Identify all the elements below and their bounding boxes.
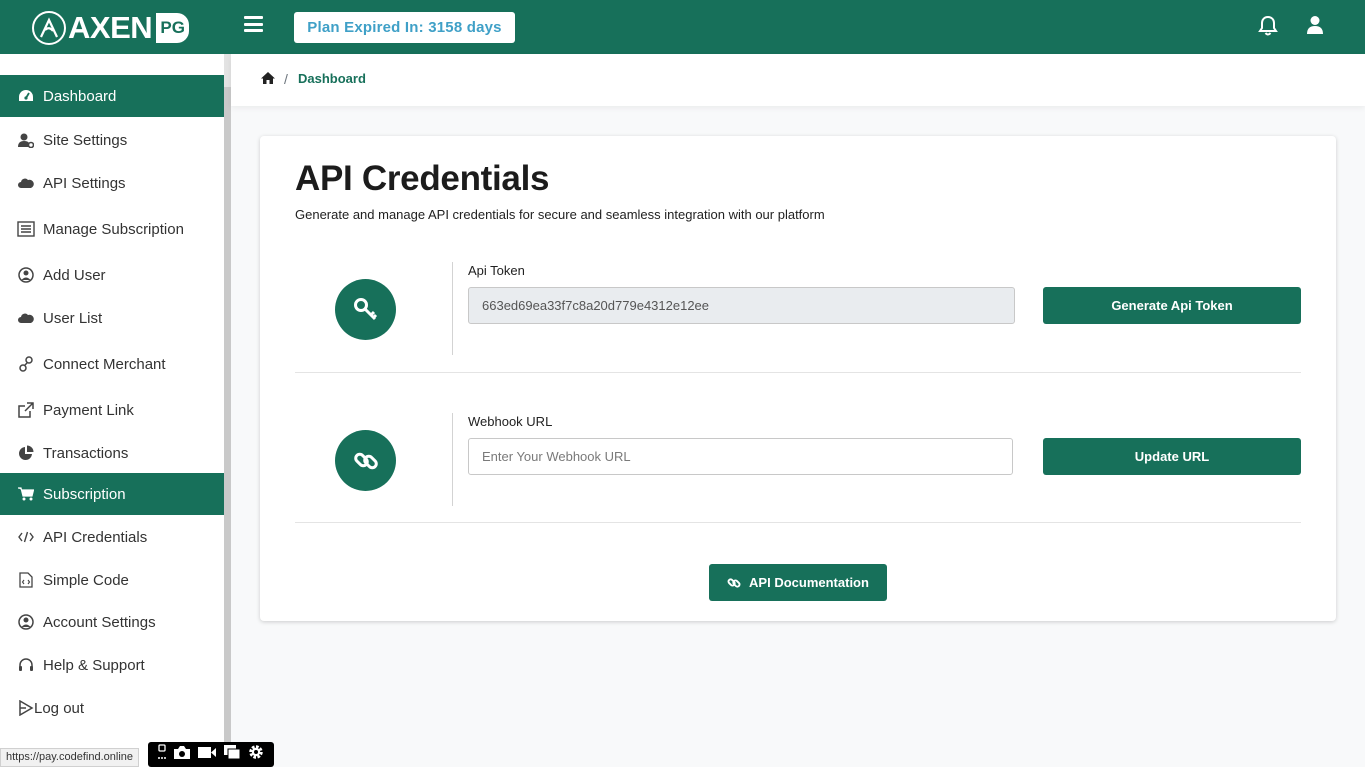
logout-icon bbox=[17, 699, 35, 717]
divider bbox=[452, 262, 453, 355]
cart-icon bbox=[17, 485, 35, 503]
recorder-toolbar bbox=[148, 742, 274, 767]
sidebar-item-payment-link[interactable]: Payment Link bbox=[0, 400, 224, 420]
breadcrumb: / Dashboard bbox=[231, 54, 1365, 106]
sidebar-item-label: Simple Code bbox=[43, 571, 129, 589]
file-code-icon bbox=[17, 571, 35, 589]
pie-chart-icon bbox=[17, 444, 35, 462]
sidebar-item-logout[interactable]: Log out bbox=[0, 698, 224, 718]
divider bbox=[452, 413, 453, 506]
divider bbox=[295, 372, 1301, 373]
breadcrumb-separator: / bbox=[284, 71, 288, 87]
cloud-icon bbox=[17, 174, 35, 192]
sidebar-item-api-credentials[interactable]: API Credentials bbox=[0, 527, 224, 547]
sidebar-item-label: API Settings bbox=[43, 174, 126, 192]
windows-icon[interactable] bbox=[223, 744, 241, 765]
sidebar-item-manage-subscription[interactable]: Manage Subscription bbox=[0, 219, 224, 239]
api-documentation-label: API Documentation bbox=[749, 575, 869, 590]
brand-logo[interactable]: AXEN PG bbox=[32, 10, 190, 46]
sidebar-item-dashboard[interactable]: Dashboard bbox=[0, 75, 224, 117]
sidebar-item-label: Payment Link bbox=[43, 401, 134, 419]
status-bar-url: https://pay.codefind.online bbox=[0, 748, 139, 767]
user-circle-icon bbox=[17, 613, 35, 631]
link-icon bbox=[335, 430, 396, 491]
api-documentation-button[interactable]: API Documentation bbox=[709, 564, 887, 601]
api-token-label: Api Token bbox=[468, 263, 525, 278]
logo-mark-icon bbox=[32, 11, 66, 45]
sidebar-scrollbar[interactable] bbox=[224, 54, 231, 767]
sidebar-item-label: Transactions bbox=[43, 444, 129, 462]
tachometer-icon bbox=[17, 87, 35, 105]
sidebar-item-label: Manage Subscription bbox=[43, 220, 184, 238]
sidebar-item-help-support[interactable]: Help & Support bbox=[0, 655, 224, 675]
sidebar-item-api-settings[interactable]: API Settings bbox=[0, 173, 224, 193]
webhook-url-input[interactable] bbox=[468, 438, 1013, 475]
sidebar-item-site-settings[interactable]: Site Settings bbox=[0, 130, 224, 150]
sidebar-item-connect-merchant[interactable]: Connect Merchant bbox=[0, 354, 224, 374]
key-icon bbox=[335, 279, 396, 340]
top-header: AXEN PG Plan Expired In: 3158 days bbox=[0, 0, 1365, 54]
headset-icon bbox=[17, 656, 35, 674]
user-cog-icon bbox=[17, 131, 35, 149]
sidebar: Dashboard Site Settings API Settings Man… bbox=[0, 54, 224, 767]
home-icon[interactable] bbox=[260, 71, 276, 90]
sidebar-item-label: Site Settings bbox=[43, 131, 128, 149]
camera-icon[interactable] bbox=[173, 745, 191, 765]
sidebar-item-label: Dashboard bbox=[43, 87, 117, 105]
cloud-icon bbox=[17, 309, 35, 327]
video-icon[interactable] bbox=[197, 746, 217, 764]
page-title: API Credentials bbox=[295, 159, 550, 198]
scrollbar-thumb[interactable] bbox=[224, 87, 231, 767]
logo-text: AXEN bbox=[68, 10, 153, 45]
sidebar-item-account-settings[interactable]: Account Settings bbox=[0, 612, 224, 632]
breadcrumb-dashboard-link[interactable]: Dashboard bbox=[298, 71, 366, 86]
sidebar-item-label: Subscription bbox=[43, 485, 126, 503]
sidebar-item-label: Account Settings bbox=[43, 613, 156, 631]
link-icon bbox=[17, 355, 35, 373]
menu-toggle-icon[interactable] bbox=[244, 16, 263, 32]
sidebar-item-label: Add User bbox=[43, 266, 106, 284]
bell-icon[interactable] bbox=[1258, 15, 1278, 42]
api-token-field[interactable] bbox=[468, 287, 1015, 324]
sidebar-item-label: API Credentials bbox=[43, 528, 148, 546]
sidebar-item-user-list[interactable]: User List bbox=[0, 308, 224, 328]
external-link-icon bbox=[17, 401, 35, 419]
sidebar-item-label: Help & Support bbox=[43, 656, 145, 674]
sidebar-item-subscription[interactable]: Subscription bbox=[0, 473, 224, 515]
webhook-url-label: Webhook URL bbox=[468, 414, 553, 429]
sidebar-item-label: User List bbox=[43, 309, 103, 327]
link-icon bbox=[727, 577, 741, 588]
logo-badge: PG bbox=[156, 13, 190, 43]
list-icon bbox=[17, 220, 35, 238]
user-profile-icon[interactable] bbox=[1306, 15, 1324, 40]
user-circle-icon bbox=[17, 266, 35, 284]
sidebar-item-simple-code[interactable]: Simple Code bbox=[0, 570, 224, 590]
divider bbox=[295, 522, 1301, 523]
sidebar-item-label: Log out bbox=[34, 699, 85, 717]
page-subtitle: Generate and manage API credentials for … bbox=[295, 207, 825, 222]
plan-expiry-badge: Plan Expired In: 3158 days bbox=[294, 12, 515, 43]
sidebar-item-transactions[interactable]: Transactions bbox=[0, 443, 224, 463]
sidebar-item-add-user[interactable]: Add User bbox=[0, 265, 224, 285]
code-icon bbox=[17, 528, 35, 546]
api-credentials-card: API Credentials Generate and manage API … bbox=[260, 136, 1336, 621]
update-url-button[interactable]: Update URL bbox=[1043, 438, 1301, 475]
pen-icon[interactable] bbox=[157, 744, 167, 765]
generate-api-token-button[interactable]: Generate Api Token bbox=[1043, 287, 1301, 324]
sidebar-item-label: Connect Merchant bbox=[43, 355, 166, 373]
gear-icon[interactable] bbox=[247, 743, 265, 766]
